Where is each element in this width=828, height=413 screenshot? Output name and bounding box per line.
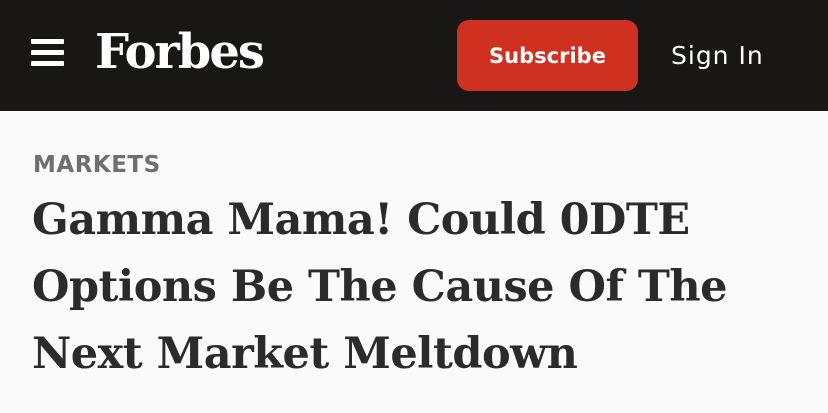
menu-line [31,50,64,55]
menu-line [31,39,64,44]
section-label[interactable]: MARKETS [33,150,161,180]
article-headline: Gamma Mama! Could 0DTE Options Be The Ca… [32,195,728,379]
subscribe-button[interactable]: Subscribe [457,20,638,91]
sign-in-link[interactable]: Sign In [671,38,764,74]
forbes-logo[interactable]: Forbes [95,22,265,82]
top-nav-bar: Forbes Subscribe Sign In [0,0,828,111]
menu-line [31,61,64,66]
hamburger-menu-icon[interactable] [31,39,64,67]
